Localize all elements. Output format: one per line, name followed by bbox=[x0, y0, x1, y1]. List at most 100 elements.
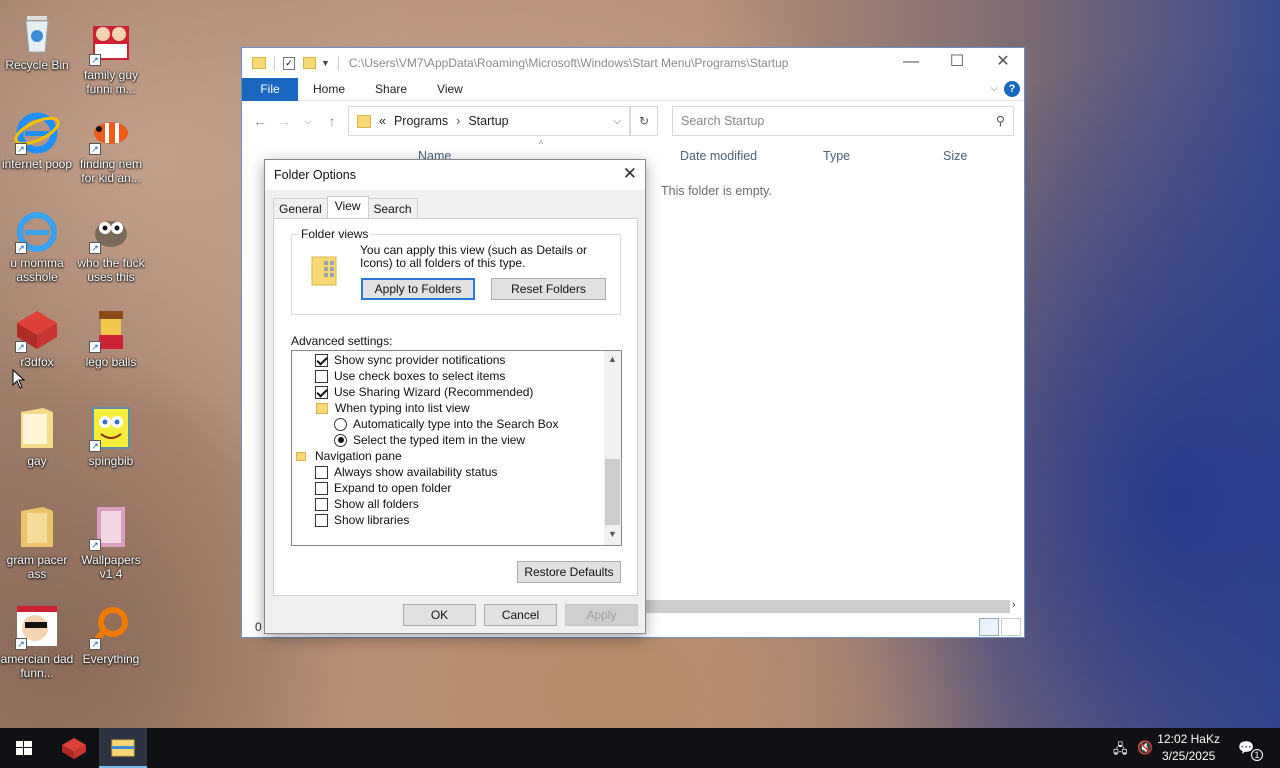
properties-icon[interactable]: ✓ bbox=[283, 56, 295, 70]
ribbon-expand-icon[interactable]: ⌵ bbox=[990, 83, 998, 94]
advanced-settings-list[interactable]: Show sync provider notifications Use che… bbox=[291, 350, 622, 546]
setting-auto-type-search-box[interactable]: Automatically type into the Search Box bbox=[334, 416, 558, 432]
column-header-size[interactable]: Size bbox=[943, 149, 967, 163]
address-dropdown-icon[interactable]: ⌵ bbox=[613, 116, 621, 127]
scroll-right-icon[interactable]: › bbox=[1012, 599, 1016, 611]
large-icons-view-button[interactable] bbox=[1001, 618, 1021, 636]
ribbon-tab-home[interactable]: Home bbox=[298, 82, 360, 96]
view-tab-panel: Folder views You can apply this view (su… bbox=[273, 218, 638, 596]
shortcut-arrow-icon: ↗ bbox=[89, 341, 101, 353]
desktop-icon-gram-pacer[interactable]: gram pacer ass bbox=[0, 503, 74, 581]
desktop-icon-gay[interactable]: gay bbox=[0, 404, 74, 468]
folder-views-legend: Folder views bbox=[299, 227, 371, 241]
shortcut-arrow-icon: ↗ bbox=[15, 242, 27, 254]
desktop-icon-u-momma[interactable]: ↗ u momma asshole bbox=[0, 206, 74, 284]
back-arrow-icon[interactable]: ← bbox=[248, 113, 272, 129]
help-icon[interactable]: ? bbox=[1004, 81, 1020, 97]
advanced-settings-scrollbar[interactable]: ▲ ▼ bbox=[604, 351, 621, 545]
horizontal-scrollbar[interactable] bbox=[646, 600, 1010, 613]
ribbon-tab-view[interactable]: View bbox=[422, 82, 478, 96]
folder-icon bbox=[252, 57, 266, 69]
checkbox-unchecked[interactable] bbox=[315, 481, 328, 495]
mouse-cursor-icon bbox=[12, 369, 26, 389]
scrollbar-thumb[interactable] bbox=[605, 459, 620, 525]
setting-use-sharing-wizard[interactable]: Use Sharing Wizard (Recommended) bbox=[315, 384, 533, 400]
breadcrumb-programs[interactable]: Programs bbox=[394, 114, 448, 128]
setting-always-show-availability[interactable]: Always show availability status bbox=[315, 464, 497, 480]
checkbox-unchecked[interactable] bbox=[315, 465, 328, 479]
desktop-icon-recycle-bin[interactable]: Recycle Bin bbox=[0, 8, 74, 72]
desktop-icon-internet-poop[interactable]: ↗ internet poop bbox=[0, 107, 74, 171]
checkbox-checked[interactable] bbox=[315, 353, 328, 367]
radio-selected[interactable] bbox=[334, 433, 347, 447]
wallpaper-book-icon: ↗ bbox=[87, 503, 135, 551]
notification-count-badge: 1 bbox=[1251, 749, 1263, 761]
checkbox-checked[interactable] bbox=[315, 385, 328, 399]
qat-separator bbox=[337, 56, 339, 70]
desktop-icon-american-dad[interactable]: ↗ amercian dad funn... bbox=[0, 602, 74, 680]
desktop-icon-finding-nemo[interactable]: ↗ finding nem for kid an... bbox=[74, 107, 148, 185]
taskbar-r3dfox[interactable] bbox=[50, 728, 98, 768]
up-arrow-icon[interactable]: ↑ bbox=[320, 113, 344, 129]
setting-expand-to-open-folder[interactable]: Expand to open folder bbox=[315, 480, 451, 496]
checkbox-unchecked[interactable] bbox=[315, 497, 328, 511]
cancel-button[interactable]: Cancel bbox=[484, 604, 557, 626]
setting-show-libraries[interactable]: Show libraries bbox=[315, 512, 409, 528]
folder-options-dialog[interactable]: Folder Options ✕ General View Search Fol… bbox=[264, 159, 646, 634]
desktop-icon-everything[interactable]: ↗ Everything bbox=[74, 602, 148, 666]
details-view-button[interactable] bbox=[979, 618, 999, 636]
desktop-icon-wallpapers[interactable]: ↗ Wallpapers v1.4 bbox=[74, 503, 148, 581]
breadcrumb-overflow[interactable]: « bbox=[379, 114, 386, 128]
scroll-up-icon[interactable]: ▲ bbox=[604, 354, 621, 364]
search-icon: ⚲ bbox=[995, 114, 1005, 128]
tab-search[interactable]: Search bbox=[367, 198, 418, 219]
minimize-button[interactable]: — bbox=[888, 48, 934, 78]
forward-arrow-icon[interactable]: → bbox=[272, 113, 296, 129]
restore-defaults-button[interactable]: Restore Defaults bbox=[517, 561, 621, 583]
breadcrumb-startup[interactable]: Startup bbox=[468, 114, 508, 128]
maximize-button[interactable]: ☐ bbox=[934, 48, 980, 78]
volume-muted-icon[interactable]: 🔇 bbox=[1137, 740, 1153, 756]
clock[interactable]: 12:02 HaKz 3/25/2025 bbox=[1157, 731, 1220, 765]
start-button[interactable] bbox=[0, 728, 48, 768]
tab-view[interactable]: View bbox=[326, 196, 369, 219]
reset-folders-button[interactable]: Reset Folders bbox=[491, 278, 606, 300]
ribbon-tabs: File Home Share View bbox=[242, 77, 1024, 101]
scroll-down-icon[interactable]: ▼ bbox=[604, 529, 621, 539]
close-button[interactable]: ✕ bbox=[980, 48, 1026, 78]
ok-button[interactable]: OK bbox=[403, 604, 476, 626]
desktop-icon-lego-balls[interactable]: ↗ lego balls bbox=[74, 305, 148, 369]
desktop-icon-family-guy[interactable]: ↗ family guy funni m... bbox=[74, 18, 148, 96]
checkbox-unchecked[interactable] bbox=[315, 369, 328, 383]
network-icon[interactable]: 🖧 bbox=[1113, 740, 1128, 762]
address-bar[interactable]: « Programs › Startup ⌵ bbox=[348, 106, 630, 136]
search-input[interactable]: Search Startup ⚲ bbox=[672, 106, 1014, 136]
folder-view-icon bbox=[310, 253, 338, 286]
column-header-date-modified[interactable]: Date modified bbox=[680, 149, 757, 163]
radio-unselected[interactable] bbox=[334, 417, 347, 431]
folder-icon bbox=[13, 503, 61, 551]
taskbar-file-explorer[interactable] bbox=[99, 728, 147, 768]
shortcut-arrow-icon: ↗ bbox=[89, 638, 101, 650]
ribbon-file-tab[interactable]: File bbox=[242, 77, 298, 101]
setting-show-all-folders[interactable]: Show all folders bbox=[315, 496, 419, 512]
tab-general[interactable]: General bbox=[273, 198, 328, 219]
desktop-icon-r3dfox[interactable]: ↗ r3dfox bbox=[0, 305, 74, 369]
checkbox-unchecked[interactable] bbox=[315, 513, 328, 527]
setting-select-typed-item[interactable]: Select the typed item in the view bbox=[334, 432, 525, 448]
dialog-close-icon[interactable]: ✕ bbox=[623, 164, 637, 184]
apply-to-folders-button[interactable]: Apply to Folders bbox=[361, 278, 475, 300]
ribbon-tab-share[interactable]: Share bbox=[360, 82, 422, 96]
qat-dropdown-icon[interactable]: ▼ bbox=[321, 58, 330, 68]
recent-locations-icon[interactable]: ⌵ bbox=[296, 116, 320, 127]
desktop-icon-spingbib[interactable]: ↗ spingbib bbox=[74, 404, 148, 468]
explorer-titlebar[interactable]: ✓ ▼ C:\Users\VM7\AppData\Roaming\Microso… bbox=[242, 48, 1024, 78]
new-folder-icon[interactable] bbox=[303, 57, 316, 69]
refresh-button[interactable]: ↻ bbox=[630, 106, 658, 136]
setting-show-sync-provider[interactable]: Show sync provider notifications bbox=[315, 352, 505, 368]
chevron-right-icon[interactable]: › bbox=[456, 114, 460, 128]
column-header-type[interactable]: Type bbox=[823, 149, 850, 163]
refresh-icon: ↻ bbox=[638, 114, 650, 128]
setting-use-check-boxes[interactable]: Use check boxes to select items bbox=[315, 368, 505, 384]
desktop-icon-who-uses-this[interactable]: ↗ who the fuck uses this bbox=[74, 206, 148, 284]
